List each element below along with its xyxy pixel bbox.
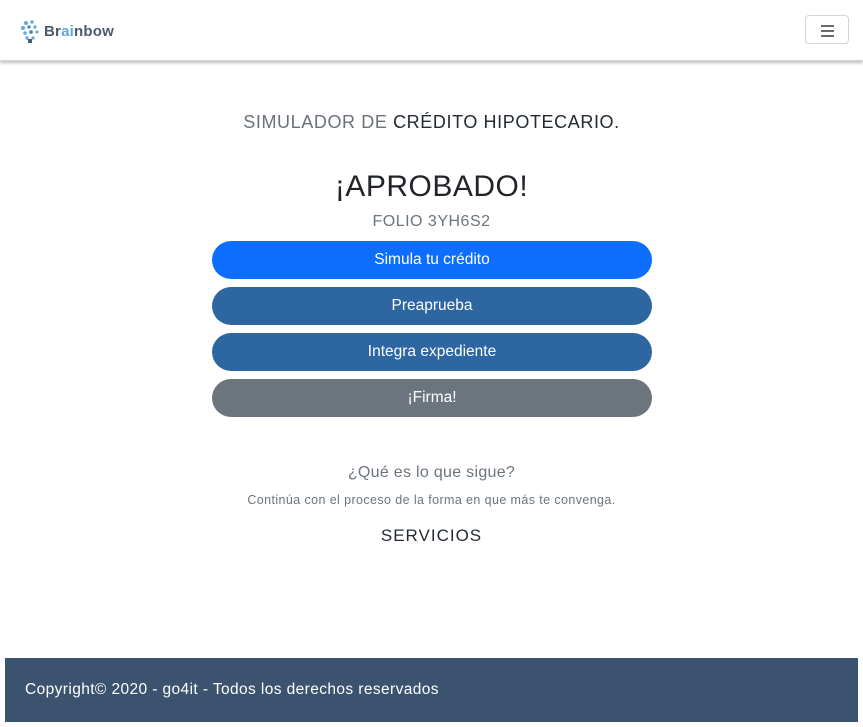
title-dark: CRÉDITO HIPOTECARIO. (393, 112, 620, 132)
integrate-file-button[interactable]: Integra expediente (212, 333, 652, 371)
page-title: SIMULADOR DE CRÉDITO HIPOTECARIO. (0, 112, 863, 133)
brand-name: Brainbow (44, 22, 114, 40)
hamburger-menu-icon (821, 25, 834, 37)
menu-toggle-button[interactable] (805, 15, 849, 44)
brand-logo[interactable]: Brainbow (19, 18, 114, 44)
simulate-credit-button[interactable]: Simula tu crédito (212, 241, 652, 279)
services-link[interactable]: SERVICIOS (0, 526, 863, 546)
approval-status: ¡APROBADO! (334, 170, 529, 203)
copyright-text: Copyright© 2020 - go4it - Todos los dere… (25, 681, 439, 698)
folio-number: FOLIO 3YH6S2 (372, 213, 491, 230)
sign-button[interactable]: ¡Firma! (212, 379, 652, 417)
preapproval-button[interactable]: Preaprueba (212, 287, 652, 325)
title-light: SIMULADOR DE (243, 112, 394, 132)
brain-icon (21, 20, 39, 43)
next-steps-description: Continúa con el proceso de la forma en q… (247, 493, 616, 507)
footer: Copyright© 2020 - go4it - Todos los dere… (5, 658, 858, 722)
navbar: Brainbow (0, 0, 863, 61)
next-steps-question: ¿Qué es lo que sigue? (347, 464, 516, 481)
